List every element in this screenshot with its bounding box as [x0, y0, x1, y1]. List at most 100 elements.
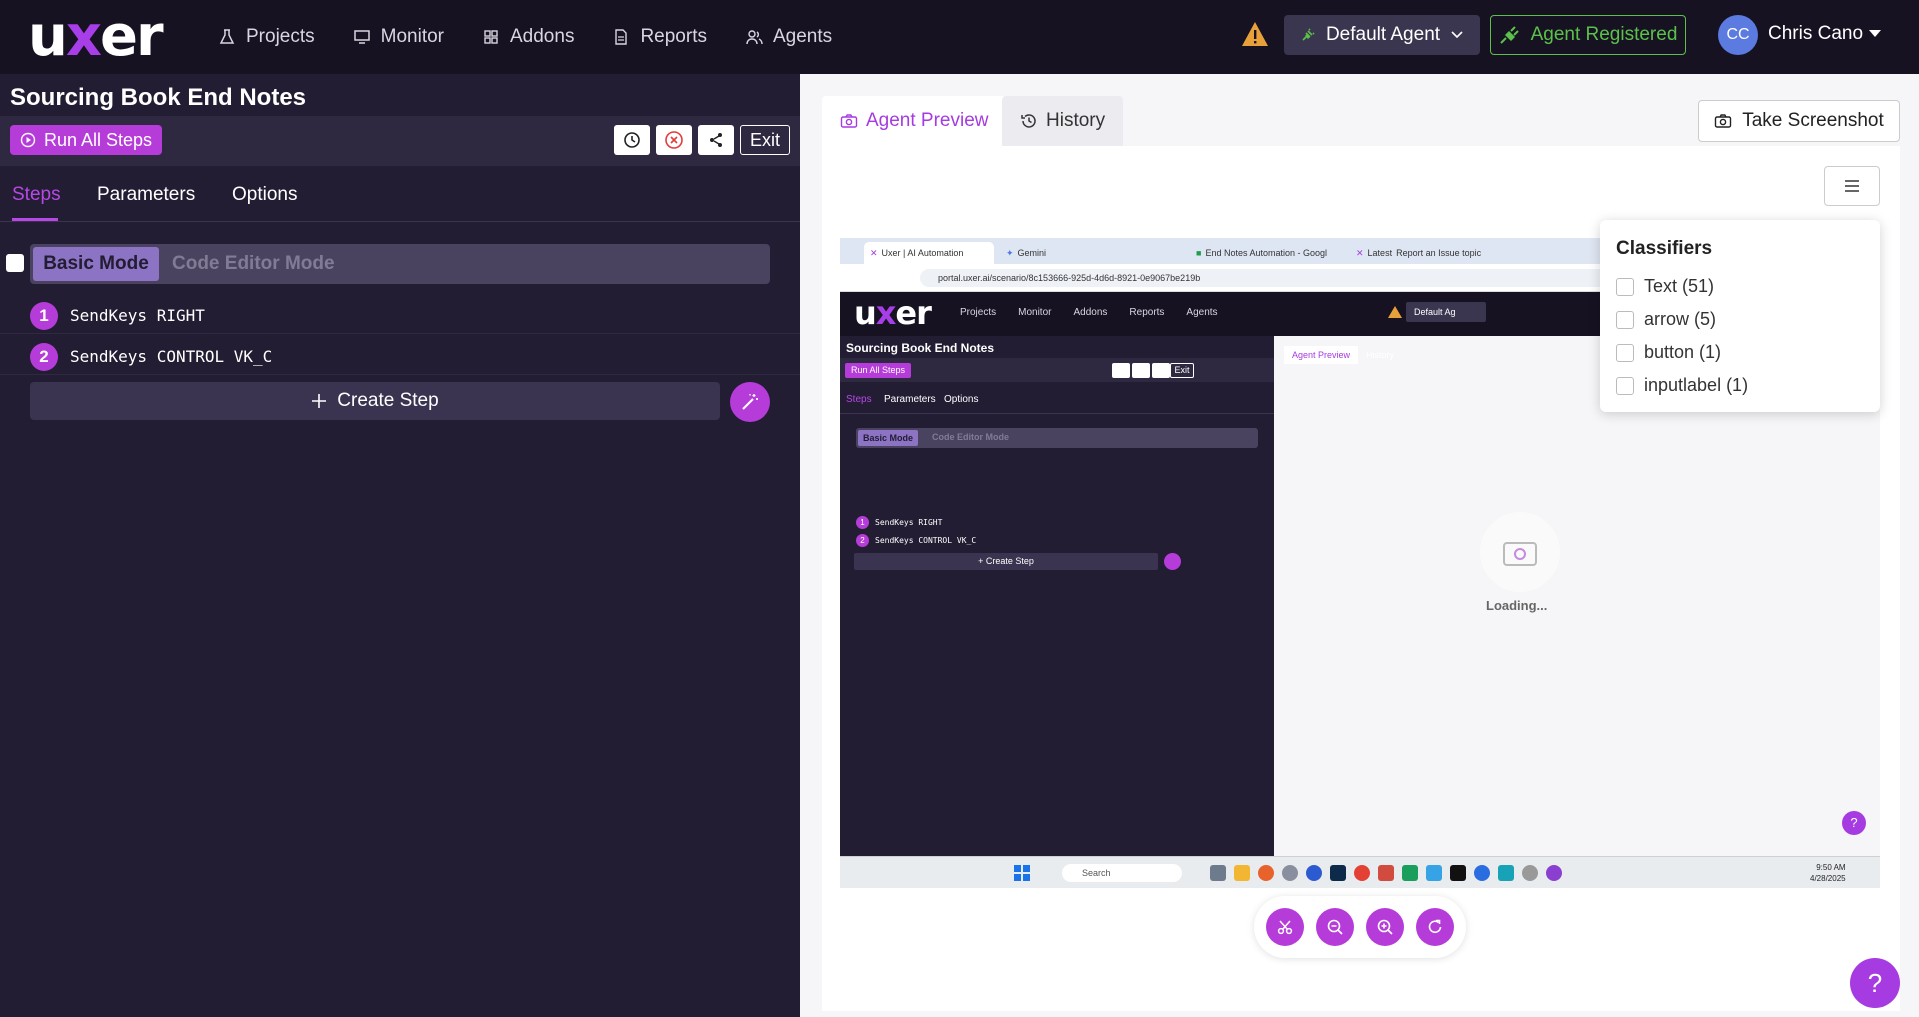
taskbar-app-icon: [1474, 865, 1490, 881]
classifiers-popover: Classifiers Text (51) arrow (5) button (…: [1600, 220, 1880, 412]
step-row[interactable]: 1 SendKeys RIGHT: [0, 294, 800, 334]
taskbar-chrome-icon: [1354, 865, 1370, 881]
agent-select-dropdown[interactable]: Default Agent: [1284, 15, 1480, 55]
taskbar-firefox-icon: [1258, 865, 1274, 881]
mini-left-panel: Sourcing Book End Notes Run All Steps Ex…: [840, 336, 1274, 856]
nav-projects[interactable]: Projects: [218, 26, 315, 48]
run-all-steps-button[interactable]: Run All Steps: [10, 125, 163, 155]
taskbar-app-icon: [1522, 865, 1538, 881]
preview-panel: Agent Preview History Take Screenshot ✕ U…: [800, 74, 1919, 1017]
zoom-out-icon: [1327, 919, 1343, 935]
hamburger-icon: [1845, 180, 1859, 192]
zoom-out-button[interactable]: [1316, 908, 1354, 946]
history-icon: [1021, 114, 1036, 128]
camera-icon: [1503, 542, 1537, 566]
nav-monitor[interactable]: Monitor: [353, 26, 444, 48]
zoom-in-button[interactable]: [1366, 908, 1404, 946]
mini-logo: uxer: [854, 294, 932, 332]
classifier-button[interactable]: button (1): [1616, 342, 1721, 363]
zoom-in-icon: [1377, 919, 1393, 935]
scissors-icon: [1277, 920, 1293, 935]
loading-placeholder: [1480, 512, 1560, 592]
classifier-checkbox[interactable]: [1616, 343, 1634, 362]
classifier-menu-button[interactable]: [1824, 166, 1880, 206]
select-all-checkbox[interactable]: [6, 254, 24, 272]
classifier-inputlabel[interactable]: inputlabel (1): [1616, 375, 1748, 396]
user-name[interactable]: Chris Cano: [1768, 23, 1863, 45]
exit-button[interactable]: Exit: [740, 125, 790, 155]
user-avatar[interactable]: CC: [1718, 15, 1758, 55]
classifier-checkbox[interactable]: [1616, 277, 1634, 296]
classifier-checkbox[interactable]: [1616, 376, 1634, 395]
step-number: 2: [30, 343, 58, 371]
agents-icon: [746, 30, 763, 45]
classifier-arrow[interactable]: arrow (5): [1616, 309, 1716, 330]
chevron-down-icon: [1451, 31, 1463, 39]
step-number: 1: [30, 302, 58, 330]
refresh-icon: [1428, 919, 1442, 933]
main-nav: Projects Monitor Addons Reports Agents: [218, 0, 832, 74]
refresh-button[interactable]: [1416, 908, 1454, 946]
clock-icon: [624, 132, 640, 148]
schedule-button[interactable]: [614, 125, 650, 155]
tab-options[interactable]: Options: [232, 184, 297, 206]
tab-history[interactable]: History: [1002, 96, 1124, 146]
classifier-checkbox[interactable]: [1616, 310, 1634, 329]
tab-agent-preview[interactable]: Agent Preview: [822, 96, 1007, 146]
plug-connected-icon: [1499, 26, 1519, 44]
windows-taskbar: Search 9:50 AM 4/28/2025: [840, 856, 1880, 888]
code-editor-mode-button[interactable]: Code Editor Mode: [172, 253, 335, 275]
monitor-icon: [353, 30, 370, 44]
camera-icon: [1715, 114, 1732, 128]
nav-agents[interactable]: Agents: [745, 26, 832, 48]
help-button[interactable]: ?: [1850, 958, 1900, 1008]
step-row[interactable]: 2 SendKeys CONTROL VK_C: [0, 335, 800, 375]
uxer-logo[interactable]: uxer: [28, 4, 164, 69]
taskbar-photoshop-icon: [1330, 865, 1346, 881]
user-menu-caret-icon[interactable]: [1868, 28, 1882, 38]
warning-icon[interactable]: [1240, 20, 1270, 48]
taskbar-app-icon: [1450, 865, 1466, 881]
browser-tab: ■ End Notes Automation - Googl: [1196, 248, 1328, 258]
mode-toggle-row: Basic Mode Code Editor Mode: [0, 242, 800, 284]
taskbar-app-icon: [1210, 865, 1226, 881]
basic-mode-button[interactable]: Basic Mode: [33, 247, 159, 281]
stop-button[interactable]: [656, 125, 692, 155]
create-step-button[interactable]: Create Step: [30, 382, 720, 420]
plus-icon: [312, 394, 327, 408]
step-command: SendKeys RIGHT: [70, 306, 205, 325]
taskbar-search: Search: [1062, 864, 1182, 882]
flask-icon: [219, 29, 235, 44]
taskbar-app-icon: [1426, 865, 1442, 881]
active-tab-indicator: [12, 218, 58, 221]
nav-reports[interactable]: Reports: [612, 26, 707, 48]
scenario-title: Sourcing Book End Notes: [10, 84, 307, 111]
taskbar-app-icon: [1402, 865, 1418, 881]
taskbar-gmail-icon: [1378, 865, 1394, 881]
share-button[interactable]: [698, 125, 734, 155]
report-icon: [615, 29, 628, 45]
top-navbar: uxer Projects Monitor Addons Reports Age…: [0, 0, 1919, 74]
plug-icon: [1302, 28, 1315, 41]
taskbar-clock: 9:50 AM 4/28/2025: [1810, 863, 1846, 883]
crop-button[interactable]: [1266, 908, 1304, 946]
nav-addons[interactable]: Addons: [482, 26, 574, 48]
camera-icon: [840, 114, 858, 128]
mini-nav: Projects Monitor Addons Reports Agents: [960, 307, 1218, 318]
ai-generate-step-button[interactable]: [730, 382, 770, 422]
agent-registered-badge[interactable]: Agent Registered: [1490, 15, 1686, 55]
browser-tab: ✕ Uxer | AI Automation: [864, 242, 994, 264]
mini-right-panel: Agent Preview History Loading...: [1274, 336, 1880, 856]
classifier-text[interactable]: Text (51): [1616, 276, 1714, 297]
loading-text: Loading...: [1486, 598, 1548, 613]
taskbar-app-icon: [1282, 865, 1298, 881]
taskbar-folder-icon: [1234, 865, 1250, 881]
take-screenshot-button[interactable]: Take Screenshot: [1698, 100, 1900, 142]
grid-icon: [484, 30, 498, 44]
tab-parameters[interactable]: Parameters: [97, 184, 195, 206]
share-icon: [710, 133, 722, 147]
tab-steps[interactable]: Steps: [12, 184, 61, 206]
close-circle-icon: [665, 131, 683, 149]
scenario-action-bar: Run All Steps Exit: [0, 116, 800, 166]
browser-tab: ✦ Gemini: [1006, 247, 1047, 259]
